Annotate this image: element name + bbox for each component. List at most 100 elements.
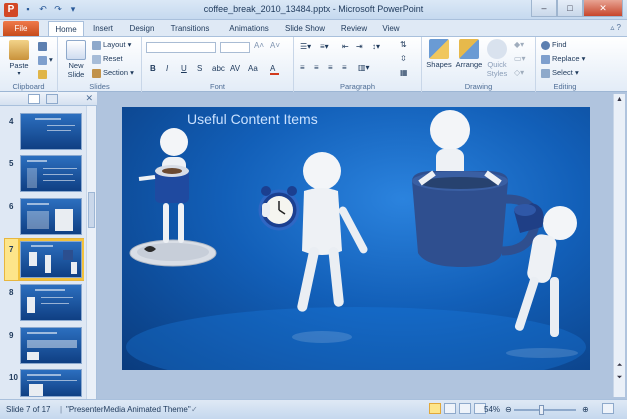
thumb-number: 9 xyxy=(9,331,14,340)
check-icon[interactable]: ✓ xyxy=(191,405,198,414)
shapes-button[interactable]: Shapes xyxy=(425,39,453,69)
numbering-icon[interactable]: ≡▾ xyxy=(320,42,329,51)
arrange-button[interactable]: Arrange xyxy=(454,39,484,69)
justify-icon[interactable]: ≡ xyxy=(342,63,347,72)
slides-pane-scrollbar[interactable] xyxy=(86,106,96,399)
group-font: A˄ A˅ B I U S abc AV Aa A Font xyxy=(142,37,294,92)
scroll-up-icon[interactable]: ▲ xyxy=(615,96,624,103)
tab-design[interactable]: Design xyxy=(126,21,158,36)
slide-thumbnail[interactable] xyxy=(20,155,82,192)
strikethrough-button[interactable]: S xyxy=(197,64,202,73)
outline-tab-icon[interactable] xyxy=(46,94,58,104)
maximize-button[interactable]: □ xyxy=(557,0,583,17)
pane-close-icon[interactable]: ✕ xyxy=(85,93,93,104)
reset-button[interactable]: Reset xyxy=(92,54,123,64)
layout-icon xyxy=(92,40,101,50)
zoom-in-icon[interactable]: ⊕ xyxy=(582,405,589,414)
zoom-level[interactable]: 54% xyxy=(484,405,500,414)
tab-animations[interactable]: Animations xyxy=(224,21,274,36)
tab-view[interactable]: View xyxy=(378,21,404,36)
format-painter-button[interactable] xyxy=(38,69,49,79)
align-left-icon[interactable]: ≡ xyxy=(300,63,305,72)
smartart-icon[interactable]: ▦ xyxy=(400,68,408,77)
slide-thumbnail[interactable] xyxy=(20,327,82,364)
minimize-button[interactable]: – xyxy=(531,0,557,17)
tab-file[interactable]: File xyxy=(3,21,39,36)
normal-view-icon[interactable] xyxy=(429,403,441,414)
grow-font-icon[interactable]: A˄ xyxy=(254,41,264,50)
character-spacing-button[interactable]: AV xyxy=(230,64,240,73)
group-label-font: Font xyxy=(209,82,225,91)
align-text-icon[interactable]: ⇳ xyxy=(400,54,407,63)
tab-transitions[interactable]: Transitions xyxy=(166,21,214,36)
quick-styles-icon xyxy=(487,39,507,59)
next-slide-icon[interactable]: ⏷ xyxy=(615,374,624,382)
theme-separator: | xyxy=(60,405,63,414)
zoom-slider-handle[interactable] xyxy=(539,405,544,415)
increase-indent-icon[interactable]: ⇥ xyxy=(356,42,363,51)
slide-canvas[interactable]: Useful Content Items xyxy=(122,107,590,370)
text-shadow-button[interactable]: abc xyxy=(212,64,225,73)
slide-sorter-view-icon[interactable] xyxy=(444,403,456,414)
tab-home[interactable]: Home xyxy=(48,21,84,36)
line-spacing-icon[interactable]: ↕▾ xyxy=(372,42,380,51)
tab-review[interactable]: Review xyxy=(337,21,371,36)
editor-scrollbar[interactable]: ▲ ⏶ ⏷ xyxy=(613,94,625,397)
group-paragraph: ☰▾ ≡▾ ⇤ ⇥ ↕▾ ≡ ≡ ≡ ≡ ▥▾ ⇅ ⇳ ▦ Paragraph xyxy=(294,37,422,92)
zoom-slider-track[interactable] xyxy=(514,409,576,411)
align-right-icon[interactable]: ≡ xyxy=(328,63,333,72)
help-icon[interactable]: ▵ ? xyxy=(610,23,621,32)
thumb-number-selected: 7 xyxy=(9,245,14,254)
slide-thumbnail[interactable] xyxy=(20,113,82,150)
tab-slide-show[interactable]: Slide Show xyxy=(283,21,327,36)
font-color-button[interactable]: A xyxy=(270,64,279,75)
cut-button[interactable] xyxy=(38,41,49,51)
new-slide-button[interactable]: New Slide xyxy=(62,40,90,79)
align-center-icon[interactable]: ≡ xyxy=(314,63,319,72)
change-case-button[interactable]: Aa xyxy=(248,64,258,73)
shrink-font-icon[interactable]: A˅ xyxy=(270,41,280,50)
slide-thumbnail[interactable] xyxy=(20,284,82,321)
paste-button[interactable]: Paste ▾ xyxy=(6,40,32,77)
select-button[interactable]: Select ▾ xyxy=(541,68,579,78)
find-button[interactable]: Find xyxy=(541,40,567,50)
fit-to-window-icon[interactable] xyxy=(602,403,614,414)
font-family-combo[interactable] xyxy=(146,42,216,53)
figure-with-cup-on-platter-illustration xyxy=(129,128,217,267)
quick-styles-button[interactable]: Quick Styles xyxy=(484,39,510,78)
window-controls: – □ ✕ xyxy=(531,0,623,17)
group-label-drawing: Drawing xyxy=(464,82,493,91)
close-button[interactable]: ✕ xyxy=(583,0,623,17)
decrease-indent-icon[interactable]: ⇤ xyxy=(342,42,349,51)
reading-view-icon[interactable] xyxy=(459,403,471,414)
copy-button[interactable]: ▾ xyxy=(38,55,53,65)
text-direction-icon[interactable]: ⇅ xyxy=(400,40,407,49)
slide-title[interactable]: Useful Content Items xyxy=(187,111,318,127)
underline-button[interactable]: U xyxy=(181,64,187,73)
scrollbar-thumb[interactable] xyxy=(88,192,95,228)
slides-tab-icon[interactable] xyxy=(28,94,40,104)
bullets-icon[interactable]: ☰▾ xyxy=(300,42,311,51)
thumb-number: 5 xyxy=(9,159,14,168)
columns-icon[interactable]: ▥▾ xyxy=(358,63,370,72)
group-label-editing: Editing xyxy=(553,82,577,91)
section-button[interactable]: Section ▾ xyxy=(92,68,134,78)
ribbon: Paste ▾ ▾ Clipboard New Slide Layout ▾ R… xyxy=(0,36,627,92)
previous-slide-icon[interactable]: ⏶ xyxy=(615,362,624,370)
shape-outline-icon[interactable]: ▭▾ xyxy=(514,54,526,63)
shape-effects-icon[interactable]: ◇▾ xyxy=(514,68,524,77)
zoom-out-icon[interactable]: ⊖ xyxy=(505,405,512,414)
bold-button[interactable]: B xyxy=(150,64,156,73)
theme-name-status: "PresenterMedia Animated Theme" xyxy=(66,405,191,414)
font-size-combo[interactable] xyxy=(220,42,250,53)
slide-thumbnail[interactable] xyxy=(20,369,82,397)
tab-insert[interactable]: Insert xyxy=(88,21,118,36)
layout-button[interactable]: Layout ▾ xyxy=(92,40,131,50)
italic-button[interactable]: I xyxy=(166,64,168,73)
slide-thumbnail[interactable] xyxy=(20,198,82,235)
new-slide-icon xyxy=(66,40,86,60)
slide-thumbnail-selected[interactable] xyxy=(18,239,84,280)
shape-fill-icon[interactable]: ◆▾ xyxy=(514,40,524,49)
replace-button[interactable]: Replace ▾ xyxy=(541,54,585,64)
scroll-track[interactable] xyxy=(615,174,624,394)
